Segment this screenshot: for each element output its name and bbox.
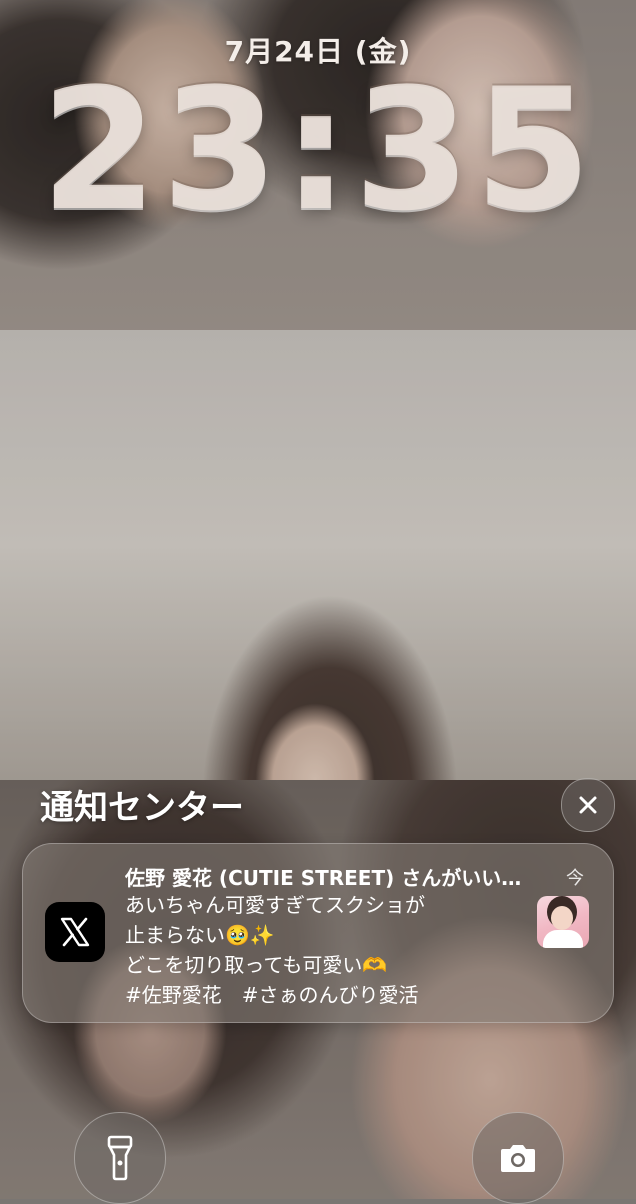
notification-body: あいちゃん可愛すぎてスクショが 止まらない🥹✨ どこを切り取っても可愛い🫶 #佐… (125, 890, 525, 1010)
photo-thumbnail (537, 896, 589, 948)
notification-body-line: 止まらない🥹✨ (125, 923, 275, 947)
x-app-icon (45, 902, 105, 962)
notification-title: 佐野 愛花 (CUTIE STREET) さんがいい… (125, 866, 522, 890)
notification-body-line: あいちゃん可愛すぎてスクショが (125, 893, 425, 917)
lockscreen-clock: 23:35 (40, 52, 596, 248)
notification-body-line: #佐野愛花 #さぁのんびり愛活 (125, 983, 419, 1007)
notification-time: 今 (566, 868, 584, 889)
flashlight-button[interactable] (74, 1112, 166, 1204)
notification-body-line: どこを切り取っても可愛い🫶 (125, 953, 388, 977)
clear-notifications-button[interactable] (561, 778, 615, 832)
camera-icon (501, 1145, 535, 1172)
camera-button[interactable] (472, 1112, 564, 1204)
notification-center-title: 通知センター (40, 788, 244, 828)
notification-card[interactable]: 佐野 愛花 (CUTIE STREET) さんがいい… 今 あいちゃん可愛すぎて… (22, 843, 614, 1023)
close-icon (579, 796, 597, 814)
x-logo-icon (60, 917, 90, 947)
flashlight-icon (107, 1135, 133, 1181)
